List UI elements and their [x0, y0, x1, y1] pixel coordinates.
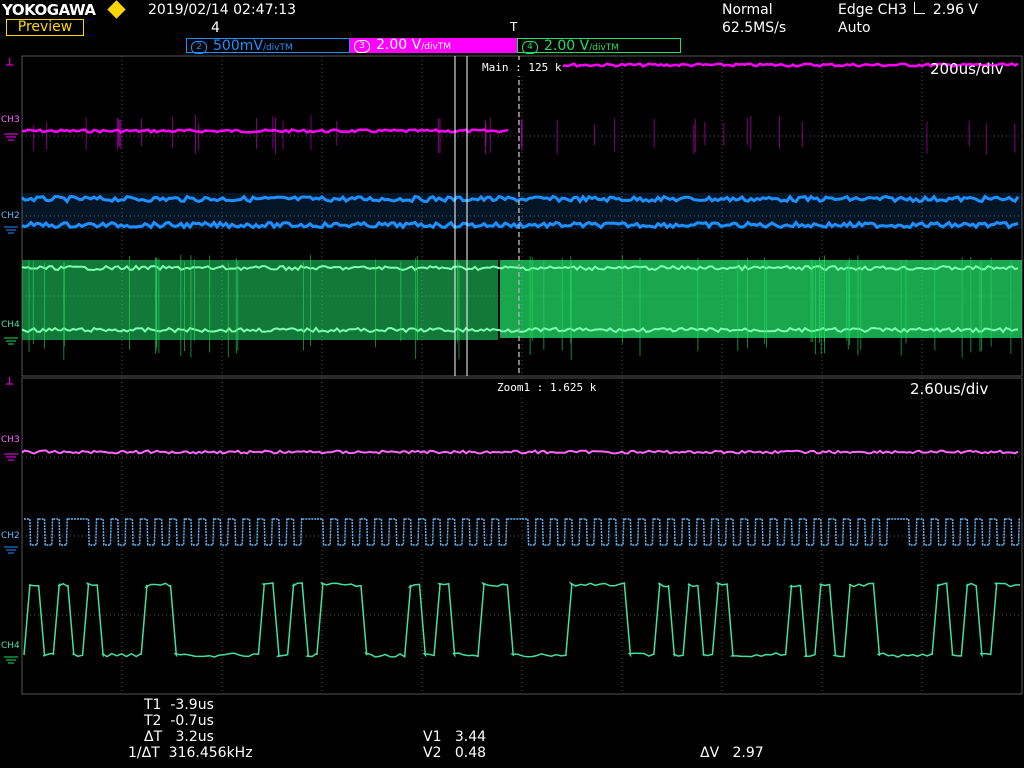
- datetime: 2019/02/14 02:47:13: [148, 2, 297, 18]
- zoom-ch2-label: CH2: [1, 531, 20, 541]
- ch2-suffix: TM: [279, 43, 293, 53]
- t1-label: T1: [144, 697, 162, 713]
- zoom-ch4-ground-icon: [4, 656, 18, 664]
- dv-value: 2.97: [732, 745, 764, 761]
- cursor-v2: V2 0.48: [423, 745, 486, 761]
- sample-rate: 62.5MS/s: [722, 20, 787, 36]
- cursor-delta-t: ΔT 3.2us: [144, 729, 214, 745]
- main-ch3-ground-icon: [4, 133, 18, 141]
- ch3-scale: 2.00 V: [376, 37, 422, 53]
- ch4-number: 4: [522, 41, 538, 54]
- trigger-position-marker: T: [510, 20, 518, 34]
- main-waveform-display: [4, 55, 1023, 377]
- t2-value: -0.7us: [170, 713, 214, 729]
- cursor-delta-v: ΔV 2.97: [700, 745, 764, 761]
- dv-label: ΔV: [700, 745, 720, 761]
- brand-logo: YOKOGAWA: [2, 1, 96, 19]
- ch4-suffix: TM: [605, 43, 620, 53]
- ch2-number: 2: [191, 41, 207, 54]
- zoom-ch3-trace: [21, 449, 1019, 455]
- zoom-record-label: Zoom1 : 1.625 k: [495, 380, 599, 396]
- v1-value: 3.44: [454, 729, 487, 745]
- main-trigger-level-marker: ┴: [6, 58, 14, 72]
- main-ch4-envelope-post: [500, 260, 1022, 338]
- cursor-t2: T2 -0.7us: [144, 713, 214, 729]
- inv-dt-value: 316.456kHz: [168, 745, 253, 761]
- ch2-scale: 500mV: [213, 38, 263, 54]
- main-ch4-ground-icon: [4, 337, 18, 345]
- zoom-ch3-label: CH3: [1, 435, 20, 445]
- v2-value: 0.48: [454, 745, 487, 761]
- trigger-mode: Normal: [722, 2, 773, 18]
- brand-diamond-icon: [107, 0, 126, 19]
- main-timebase: 200us/div: [930, 60, 1004, 78]
- ch3-suffix: TM: [437, 42, 452, 52]
- t1-value: -3.9us: [170, 697, 214, 713]
- zoom-waveform-display: [4, 377, 1023, 695]
- trigger-level: 2.96 V: [932, 2, 979, 18]
- preview-badge: Preview: [6, 19, 84, 36]
- cursor-inverse-delta-t: 1/ΔT 316.456kHz: [128, 745, 253, 761]
- zoom-waveform-window[interactable]: Zoom1 : 1.625 k 2.60us/div ┴ CH3 CH2 CH4: [0, 377, 1024, 695]
- rising-edge-icon: [914, 2, 926, 14]
- ch3-unit: /div: [421, 42, 438, 52]
- zoom-ch2-ground-icon: [4, 546, 18, 554]
- inv-dt-label: 1/ΔT: [128, 745, 160, 761]
- main-ch3-trace-low: [21, 128, 509, 135]
- ch3-setting-box[interactable]: 3 2.00 V/divTM: [350, 38, 517, 53]
- main-ch3-label: CH3: [1, 115, 20, 125]
- ch2-unit: /div: [262, 43, 280, 53]
- ch4-unit: /div: [589, 43, 606, 53]
- v2-label: V2: [423, 745, 442, 761]
- zoom-ch3-ground-icon: [4, 453, 18, 461]
- ch4-setting-box[interactable]: 4 2.00 V/divTM: [517, 38, 681, 54]
- main-ch2-ground-icon: [4, 226, 18, 234]
- main-ch4-label: CH4: [1, 320, 20, 330]
- v1-label: V1: [423, 729, 442, 745]
- cursor-v1: V1 3.44: [423, 729, 486, 745]
- zoom-trigger-level-marker: ┴: [6, 377, 14, 391]
- cursor-t1: T1 -3.9us: [144, 697, 214, 713]
- trigger-auto: Auto: [838, 20, 871, 36]
- t2-label: T2: [144, 713, 162, 729]
- dt-value: 3.2us: [175, 729, 214, 745]
- record-number: 4: [211, 20, 220, 36]
- trigger-source: Edge CH3 2.96 V: [838, 2, 978, 18]
- zoom-ch4-label: CH4: [1, 641, 20, 651]
- trigger-type: Edge CH3: [838, 2, 907, 18]
- ch2-setting-box[interactable]: 2 500mV/divTM: [186, 38, 350, 54]
- zoom-timebase: 2.60us/div: [910, 380, 989, 398]
- main-ch2-label: CH2: [1, 211, 20, 221]
- main-record-label: Main : 125 k: [480, 60, 564, 76]
- ch3-number: 3: [354, 40, 370, 53]
- main-waveform-window[interactable]: Main : 125 k 200us/div ┴ CH3 CH2 CH4: [0, 55, 1024, 377]
- ch4-scale: 2.00 V: [544, 38, 590, 54]
- dt-label: ΔT: [144, 729, 163, 745]
